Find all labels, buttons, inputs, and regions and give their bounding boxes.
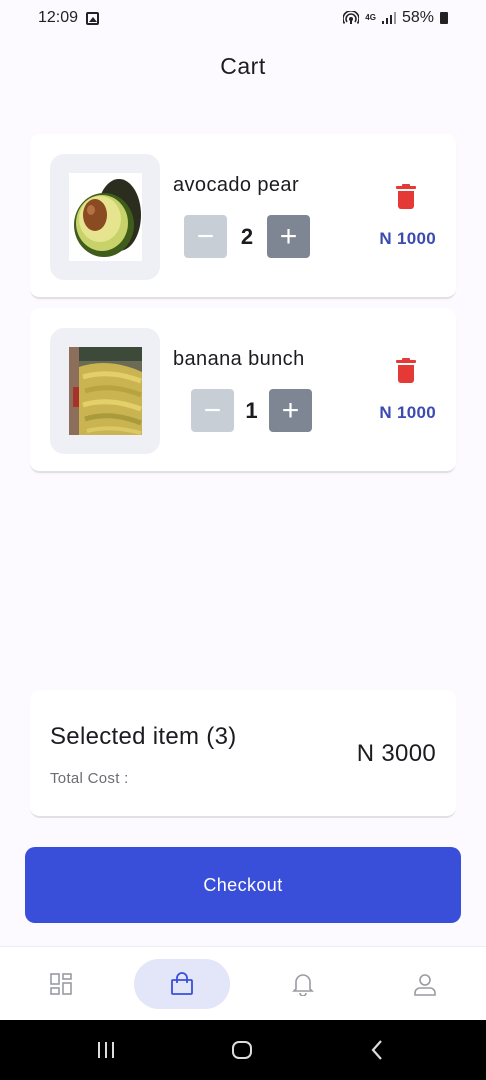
order-summary: Selected item (3) Total Cost : N 3000 (30, 690, 456, 818)
product-price: N 1000 (379, 403, 436, 422)
delete-icon[interactable] (396, 184, 416, 210)
system-navigation-bar (0, 1020, 486, 1080)
user-icon (414, 974, 436, 996)
nav-item-notifications[interactable] (255, 959, 351, 1009)
quantity-stepper: − 2 + (184, 215, 310, 258)
nav-item-profile[interactable] (377, 959, 473, 1009)
nav-item-home[interactable] (13, 959, 109, 1009)
cart-item: banana bunch − 1 + N 1000 (30, 308, 456, 473)
total-cost-label: Total Cost : (50, 770, 129, 787)
bottom-navigation (0, 946, 486, 1020)
bell-icon (292, 974, 314, 996)
status-time: 12:09 (38, 9, 79, 26)
banana-image (68, 347, 142, 435)
grid-icon (50, 973, 72, 995)
product-price: N 1000 (379, 229, 436, 248)
decrease-quantity-button[interactable]: − (184, 215, 227, 258)
home-icon[interactable] (230, 1038, 254, 1062)
hotspot-icon (343, 11, 360, 24)
total-cost-value: N 3000 (356, 740, 436, 767)
quantity-value: 1 (245, 397, 258, 423)
product-name: avocado pear (173, 174, 300, 196)
delete-icon[interactable] (396, 358, 416, 384)
shopping-bag-icon (171, 972, 193, 995)
product-name: banana bunch (173, 348, 305, 370)
quantity-value: 2 (240, 223, 254, 249)
decrease-quantity-button[interactable]: − (191, 389, 234, 432)
product-thumbnail (50, 154, 160, 280)
recent-apps-icon[interactable] (94, 1038, 118, 1062)
battery-icon (440, 12, 448, 24)
increase-quantity-button[interactable]: + (269, 389, 312, 432)
product-thumbnail (50, 328, 160, 454)
increase-quantity-button[interactable]: + (267, 215, 310, 258)
cart-item: avocado pear − 2 + N 1000 (30, 134, 456, 299)
battery-percent: 58% (401, 9, 434, 26)
status-bar: 12:09 4G 58% (0, 0, 486, 36)
back-icon[interactable] (366, 1038, 390, 1062)
network-type: 4G (365, 13, 376, 22)
quantity-stepper: − 1 + (191, 389, 312, 432)
signal-icon (381, 12, 396, 24)
nav-item-cart[interactable] (134, 959, 230, 1009)
image-notification-icon (86, 11, 100, 25)
checkout-button[interactable]: Checkout (25, 847, 461, 923)
selected-items-count: Selected item (3) (50, 723, 237, 750)
page-title: Cart (220, 53, 266, 79)
avocado-image (68, 173, 142, 261)
